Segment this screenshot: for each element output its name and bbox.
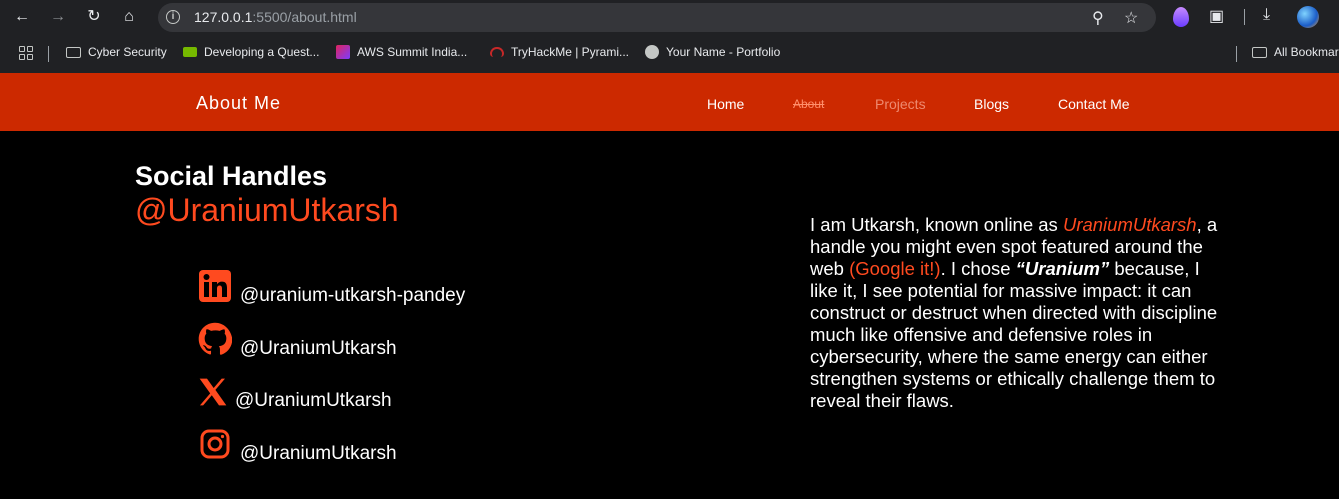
extensions-icon[interactable]: ▣ — [1209, 6, 1224, 26]
url-text[interactable]: 127.0.0.1:5500/about.html — [194, 9, 357, 25]
bio-text: . I chose — [940, 258, 1016, 279]
bio-uranium: “Uranium” — [1015, 258, 1110, 279]
x-icon[interactable] — [197, 376, 229, 408]
site-info-icon[interactable]: i — [166, 10, 180, 24]
nav-link-home[interactable]: Home — [707, 96, 744, 112]
zoom-icon[interactable]: ⚲ — [1092, 8, 1104, 28]
bookmark-aws-summit[interactable]: AWS Summit India... — [336, 45, 467, 59]
bookmark-label: Cyber Security — [88, 45, 167, 59]
main-handle: @UraniumUtkarsh — [135, 192, 399, 228]
profile-avatar[interactable] — [1297, 6, 1319, 28]
social-instagram[interactable]: @UraniumUtkarsh — [198, 421, 397, 464]
extension-flame-icon[interactable] — [1173, 7, 1189, 27]
site-navbar: About Me Home About Projects Blogs Conta… — [0, 73, 1339, 131]
download-icon[interactable]: ⤓ — [1263, 6, 1270, 24]
bookmark-tryhackme[interactable]: TryHackMe | Pyrami... — [490, 45, 629, 59]
nav-link-projects[interactable]: Projects — [875, 96, 926, 112]
nav-link-contact[interactable]: Contact Me — [1058, 96, 1130, 112]
social-handle-text: @uranium-utkarsh-pandey — [240, 285, 466, 306]
address-bar[interactable]: i 127.0.0.1:5500/about.html ⚲ ☆ — [158, 3, 1156, 32]
nav-link-blogs[interactable]: Blogs — [974, 96, 1009, 112]
bio-google-link[interactable]: (Google it!) — [849, 258, 941, 279]
back-icon[interactable]: ← — [10, 6, 34, 28]
bio-text: because, I like it, I see potential for … — [810, 258, 1218, 411]
folder-icon — [1252, 46, 1267, 58]
nvidia-icon — [183, 47, 197, 57]
bookmark-portfolio[interactable]: Your Name - Portfolio — [645, 45, 780, 59]
tryhackme-icon — [490, 47, 504, 57]
bookmark-label: TryHackMe | Pyrami... — [511, 45, 630, 59]
browser-toolbar: ← → ↻ ⌂ i 127.0.0.1:5500/about.html ⚲ ☆ … — [0, 0, 1339, 35]
reload-icon[interactable]: ↻ — [82, 6, 106, 28]
toolbar-separator — [1244, 9, 1245, 25]
social-handles-heading: Social Handles — [135, 161, 328, 191]
nav-link-about[interactable]: About — [793, 97, 824, 111]
social-linkedin[interactable]: @uranium-utkarsh-pandey — [198, 263, 465, 306]
all-bookmarks[interactable]: All Bookmar — [1252, 45, 1339, 59]
bookmark-label: Developing a Quest... — [204, 45, 320, 59]
bookmark-label: AWS Summit India... — [357, 45, 468, 59]
bookmarks-separator-right — [1236, 46, 1237, 62]
bookmarks-bar: Cyber Security Developing a Quest... AWS… — [0, 35, 1339, 73]
bio-handle: UraniumUtkarsh — [1062, 214, 1197, 235]
apps-grid-icon[interactable] — [19, 46, 33, 60]
bio-paragraph: I am Utkarsh, known online as UraniumUtk… — [810, 214, 1230, 412]
github-icon[interactable] — [198, 322, 232, 356]
social-handle-text: @UraniumUtkarsh — [240, 443, 397, 464]
folder-icon — [66, 46, 81, 58]
bookmark-star-icon[interactable]: ☆ — [1124, 8, 1138, 28]
social-handle-text: @UraniumUtkarsh — [235, 390, 392, 411]
all-bookmarks-label: All Bookmar — [1274, 45, 1339, 59]
bookmark-cyber-security[interactable]: Cyber Security — [66, 45, 167, 59]
globe-icon — [645, 45, 659, 59]
social-github[interactable]: @UraniumUtkarsh — [198, 316, 397, 359]
linkedin-icon[interactable] — [198, 269, 232, 303]
social-x[interactable]: @UraniumUtkarsh — [197, 368, 392, 411]
home-icon[interactable]: ⌂ — [117, 6, 141, 28]
bookmarks-separator — [48, 46, 49, 62]
social-handle-text: @UraniumUtkarsh — [240, 338, 397, 359]
bookmark-developing-quest[interactable]: Developing a Quest... — [183, 45, 319, 59]
aws-icon — [336, 45, 350, 59]
forward-icon[interactable]: → — [46, 6, 70, 28]
instagram-icon[interactable] — [198, 427, 232, 461]
bio-text: I am Utkarsh, known online as — [810, 214, 1063, 235]
bookmark-label: Your Name - Portfolio — [666, 45, 781, 59]
site-brand[interactable]: About Me — [196, 93, 281, 114]
